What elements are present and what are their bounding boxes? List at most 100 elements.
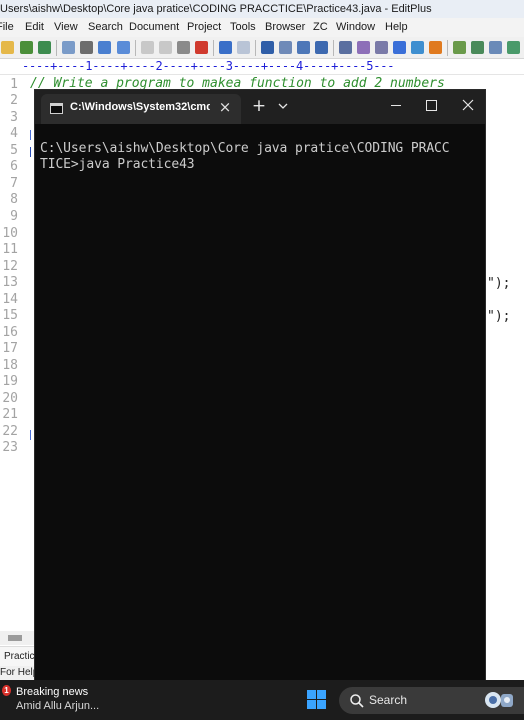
line-number: 4 [10, 126, 18, 141]
console-output: C:\Users\aishw\Desktop\Core java pratice… [40, 141, 450, 172]
tab-close-button[interactable]: × [217, 98, 233, 116]
editplus-toolbar [0, 37, 524, 59]
line-number: 7 [10, 176, 18, 191]
line-number: 15 [2, 308, 18, 323]
news-widget-title[interactable]: Breaking news [16, 686, 88, 698]
cut-icon[interactable] [141, 41, 154, 54]
toolbar-separator [255, 40, 256, 56]
print-preview-icon[interactable] [62, 41, 75, 54]
toolbar-separator [213, 40, 214, 56]
menu-zc[interactable]: ZC [313, 21, 328, 33]
menu-browser[interactable]: Browser [265, 21, 305, 33]
minimize-button[interactable] [377, 92, 415, 120]
column-select-icon[interactable] [411, 41, 424, 54]
line-number: 9 [10, 209, 18, 224]
ruler-text: ----+----1----+----2----+----3----+----4… [22, 59, 395, 73]
delete-icon[interactable] [195, 41, 208, 54]
replace-icon[interactable] [279, 41, 292, 54]
browser-icon[interactable] [117, 41, 130, 54]
editplus-menu-bar: File Edit View Search Document Project T… [0, 18, 524, 37]
scrollbar-thumb[interactable] [8, 635, 22, 641]
start-button[interactable] [307, 690, 327, 710]
toolbar-separator [135, 40, 136, 56]
search-icon [350, 694, 364, 708]
line-number: 8 [10, 192, 18, 207]
line-number: 11 [2, 242, 18, 257]
line-number: 12 [2, 259, 18, 274]
menu-file[interactable]: File [0, 21, 14, 33]
goto-icon[interactable] [315, 41, 328, 54]
find-in-files-icon[interactable] [297, 41, 310, 54]
editplus-title-bar: Users\aishw\Desktop\Core java pratice\CO… [0, 0, 524, 18]
line-number: 20 [2, 391, 18, 406]
toolbar-separator [333, 40, 334, 56]
line-number: 19 [2, 374, 18, 389]
directory-icon[interactable] [507, 41, 520, 54]
line-number: 10 [2, 226, 18, 241]
menu-view[interactable]: View [54, 21, 78, 33]
line-number: 5 [10, 143, 18, 158]
search-highlight-icon [485, 692, 513, 708]
terminal-console[interactable]: C:\Users\aishw\Desktop\Core java pratice… [35, 124, 485, 681]
menu-edit[interactable]: Edit [25, 21, 44, 33]
copy-icon[interactable] [159, 41, 172, 54]
maximize-button[interactable] [412, 92, 450, 120]
taskbar: 1 Breaking news Amid Allu Arjun... Searc… [0, 680, 524, 720]
code-line-tail: "); [487, 309, 511, 324]
terminal-tab-title: C:\Windows\System32\cmd.exe [70, 101, 210, 113]
line-number: 23 [2, 440, 18, 455]
line-number: 1 [10, 77, 18, 92]
code-line-tail: "); [487, 276, 511, 291]
output-window-icon[interactable] [471, 41, 484, 54]
spellcheck-icon[interactable] [98, 41, 111, 54]
menu-project[interactable]: Project [187, 21, 221, 33]
menu-help[interactable]: Help [385, 21, 408, 33]
check-icon[interactable] [429, 41, 442, 54]
close-icon [462, 99, 474, 111]
font-icon[interactable] [339, 41, 352, 54]
find-icon[interactable] [261, 41, 274, 54]
windows-logo-icon [317, 690, 326, 699]
save-all-icon[interactable] [38, 41, 51, 54]
menu-window[interactable]: Window [336, 21, 375, 33]
news-widget-subtitle[interactable]: Amid Allu Arjun... [16, 700, 99, 712]
cliptext-icon[interactable] [489, 41, 502, 54]
menu-search[interactable]: Search [88, 21, 123, 33]
line-number: 21 [2, 407, 18, 422]
line-number: 2 [10, 93, 18, 108]
new-tab-button[interactable]: + [250, 97, 268, 115]
redo-icon[interactable] [237, 41, 250, 54]
search-label: Search [369, 693, 408, 707]
toolbar-separator [447, 40, 448, 56]
undo-icon[interactable] [219, 41, 232, 54]
menu-document[interactable]: Document [129, 21, 179, 33]
open-file-icon[interactable] [1, 41, 14, 54]
toolbar-separator [56, 40, 57, 56]
save-icon[interactable] [20, 41, 33, 54]
line-number: 6 [10, 159, 18, 174]
column-ruler: ----+----1----+----2----+----3----+----4… [0, 59, 524, 75]
line-number: 3 [10, 110, 18, 125]
menu-tools[interactable]: Tools [230, 21, 256, 33]
line-number: 18 [2, 358, 18, 373]
word-wrap-icon[interactable] [375, 41, 388, 54]
terminal-tab[interactable]: C:\Windows\System32\cmd.exe × [41, 94, 241, 124]
line-number: 22 [2, 424, 18, 439]
windows-logo-icon [307, 690, 316, 699]
terminal-window[interactable]: C:\Windows\System32\cmd.exe × + C:\Users… [34, 89, 486, 681]
cmd-icon [50, 103, 63, 114]
windows-logo-icon [307, 700, 316, 709]
line-number: 16 [2, 325, 18, 340]
news-badge: 1 [2, 685, 11, 696]
print-icon[interactable] [80, 41, 93, 54]
close-button[interactable] [449, 92, 487, 120]
layout-icon[interactable] [453, 41, 466, 54]
line-number: 17 [2, 341, 18, 356]
line-number-icon[interactable] [393, 41, 406, 54]
chevron-down-icon[interactable] [275, 98, 291, 114]
paste-icon[interactable] [177, 41, 190, 54]
line-number: 13 [2, 275, 18, 290]
hex-view-icon[interactable] [357, 41, 370, 54]
taskbar-search-box[interactable]: Search [339, 687, 524, 714]
terminal-title-bar[interactable]: C:\Windows\System32\cmd.exe × + [35, 90, 485, 124]
